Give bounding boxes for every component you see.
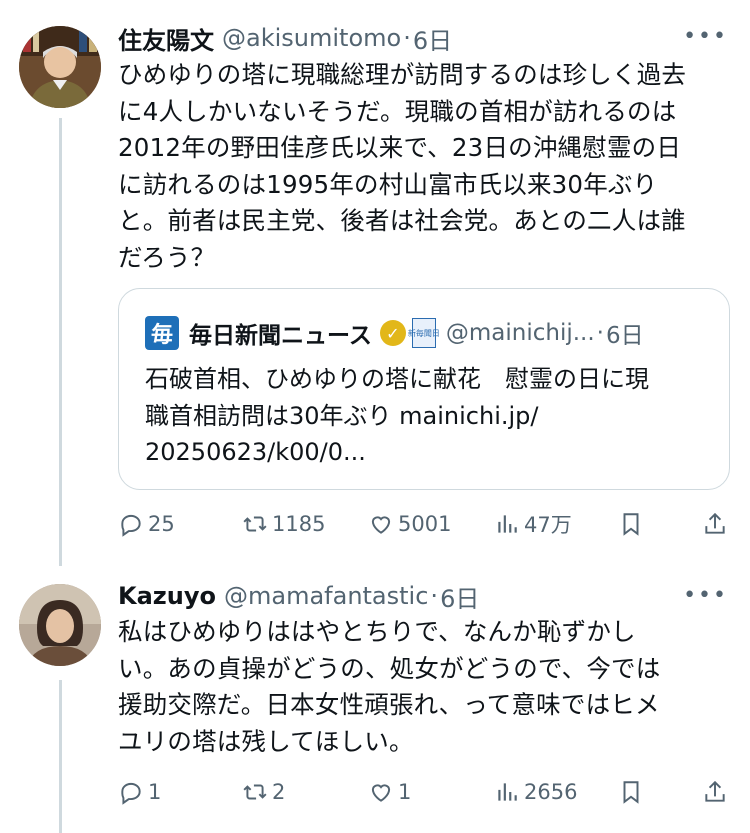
share-icon <box>705 780 725 802</box>
text-line: い。あの貞操がどうの、処女がどうので、今では <box>118 653 661 683</box>
text-line: 私はひめゆりははやとちりで、なんか恥ずかし <box>118 617 636 646</box>
heart-icon <box>371 784 391 802</box>
text-line: ユリの塔は残してほしい。 <box>118 726 414 756</box>
author-name[interactable]: Kazuyo <box>118 582 216 610</box>
reply-icon <box>121 782 141 805</box>
views-icon <box>498 783 517 801</box>
repost-icon <box>243 784 267 800</box>
post-header: Kazuyo @mamafantastic · 6日 <box>118 578 479 614</box>
more-icon[interactable]: ••• <box>683 583 728 608</box>
share-button[interactable] <box>702 772 732 812</box>
reply-button[interactable]: 1 <box>118 772 161 812</box>
reply-count: 1 <box>148 780 162 804</box>
post-text: 私はひめゆりははやとちりで、なんか恥ずかし い。あの貞操がどうの、処女がどうので… <box>118 614 730 760</box>
bookmark-button[interactable] <box>618 772 648 812</box>
like-button[interactable]: 1 <box>368 772 411 812</box>
view-count: 2656 <box>524 780 578 804</box>
avatar[interactable] <box>19 584 101 666</box>
action-bar: 1 2 1 2656 <box>118 772 730 812</box>
post-2[interactable]: Kazuyo @mamafantastic · 6日 ••• 私はひめゆりははや… <box>0 0 750 833</box>
post-time[interactable]: 6日 <box>440 579 479 614</box>
author-handle[interactable]: @mamafantastic <box>224 582 428 610</box>
repost-count: 2 <box>272 780 286 804</box>
views-button[interactable]: 2656 <box>494 772 577 812</box>
separator: · <box>430 582 439 610</box>
text-line: 援助交際だ。日本女性頑張れ、って意味ではヒメ <box>118 690 660 719</box>
repost-button[interactable]: 2 <box>242 772 285 812</box>
bookmark-icon <box>623 781 639 804</box>
like-count: 1 <box>398 780 412 804</box>
